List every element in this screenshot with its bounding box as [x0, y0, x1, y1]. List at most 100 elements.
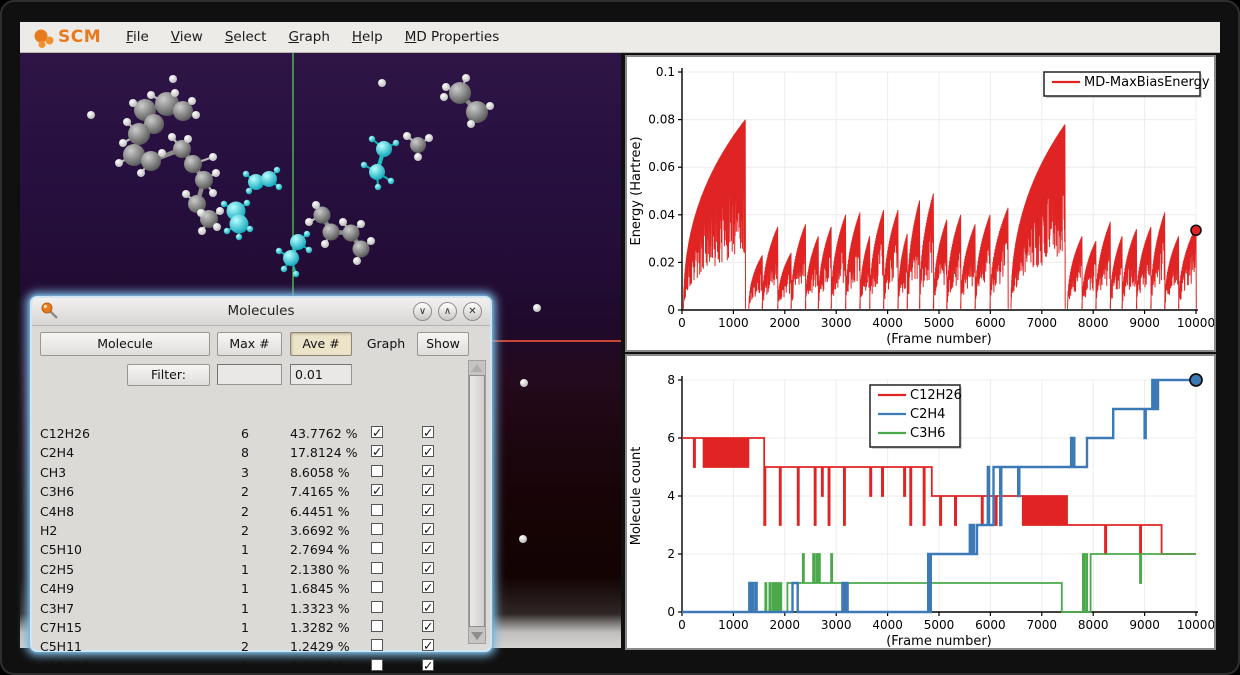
menu-md-properties[interactable]: MD Properties	[394, 25, 511, 49]
svg-text:C12H26: C12H26	[910, 388, 962, 403]
hydrogen-atom	[274, 167, 280, 173]
max-header-button[interactable]: Max #	[217, 332, 282, 356]
graph-checkbox[interactable]	[371, 620, 383, 632]
scm-logo-text: SCM	[58, 27, 101, 47]
molecule-group	[276, 231, 312, 277]
shade-button[interactable]: ∨	[413, 302, 432, 321]
show-checkbox[interactable]: ✓	[422, 484, 434, 496]
carbon-atom	[410, 137, 426, 153]
table-row[interactable]: C3H711.3323 %✓	[32, 599, 472, 618]
filter-threshold-input[interactable]	[290, 364, 352, 385]
graph-checkbox[interactable]	[371, 504, 383, 516]
carbon-atom	[323, 224, 340, 241]
max-count: 2	[217, 639, 273, 654]
graph-checkbox[interactable]	[371, 601, 383, 613]
menu-help[interactable]: Help	[341, 25, 394, 49]
hydrogen-atom	[168, 133, 176, 141]
close-button[interactable]: ✕	[463, 302, 482, 321]
table-row[interactable]: C5H1012.7694 %✓	[32, 540, 472, 559]
max-count: 1	[217, 581, 273, 596]
svg-text:9000: 9000	[1129, 618, 1160, 632]
show-checkbox[interactable]: ✓	[422, 504, 434, 516]
svg-text:6: 6	[667, 431, 675, 445]
show-checkbox[interactable]: ✓	[422, 445, 434, 457]
filter-input[interactable]	[217, 364, 282, 385]
svg-text:0.06: 0.06	[648, 160, 675, 174]
graph-checkbox[interactable]	[371, 581, 383, 593]
graph-checkbox[interactable]: ✓	[371, 426, 383, 438]
hydrogen-atom	[184, 135, 192, 143]
filter-button[interactable]: Filter:	[127, 364, 210, 386]
svg-text:8000: 8000	[1078, 618, 1109, 632]
hydrogen-atom	[467, 120, 475, 128]
hydrogen-atom	[321, 240, 329, 248]
svg-text:7000: 7000	[1027, 618, 1058, 632]
table-row[interactable]: C4H911.6845 %✓	[32, 579, 472, 598]
svg-text:4: 4	[667, 489, 675, 503]
show-checkbox[interactable]: ✓	[422, 659, 434, 671]
show-checkbox[interactable]: ✓	[422, 426, 434, 438]
hydrogen-atom	[305, 218, 313, 226]
table-row[interactable]: C5H1121.2429 %✓	[32, 637, 472, 656]
highlighted-carbon-atom	[230, 215, 249, 234]
graph-checkbox[interactable]	[371, 542, 383, 554]
hydrogen-atom	[244, 200, 250, 206]
hydrogen-atom	[119, 139, 127, 147]
graph-checkbox[interactable]	[371, 465, 383, 477]
ave-header-button[interactable]: Ave #	[290, 332, 352, 356]
hydrogen-atom	[158, 149, 166, 157]
hydrogen-atom	[182, 190, 190, 198]
table-row[interactable]: C2H4817.8124 %✓✓	[32, 443, 472, 462]
carbon-atom	[353, 241, 370, 258]
molecule-name: C5H10	[40, 542, 82, 557]
scrollbar-thumb[interactable]	[469, 375, 485, 627]
table-row[interactable]: C12H2510.8738 %✓	[32, 657, 472, 675]
show-header-button[interactable]: Show	[417, 332, 469, 356]
scroll-up-icon[interactable]	[471, 364, 483, 372]
menu-view[interactable]: View	[160, 25, 214, 49]
show-checkbox[interactable]: ✓	[422, 542, 434, 554]
show-checkbox[interactable]: ✓	[422, 465, 434, 477]
menu-file[interactable]: File	[115, 25, 160, 49]
show-checkbox[interactable]: ✓	[422, 523, 434, 535]
svg-text:10000: 10000	[1177, 316, 1214, 330]
table-row[interactable]: CH338.6058 %✓	[32, 463, 472, 482]
table-row[interactable]: C3H627.4165 %✓✓	[32, 482, 472, 501]
table-row[interactable]: C2H512.1380 %✓	[32, 560, 472, 579]
hydrogen-atom	[369, 136, 375, 142]
end-marker	[1190, 374, 1202, 386]
graph-checkbox[interactable]: ✓	[371, 484, 383, 496]
hydrogen-atom	[209, 153, 217, 161]
molecule-header-button[interactable]: Molecule	[40, 332, 210, 356]
show-checkbox[interactable]: ✓	[422, 562, 434, 574]
graph-column-label: Graph	[362, 332, 410, 356]
show-checkbox[interactable]: ✓	[422, 620, 434, 632]
dialog-body: Molecule Max # Ave # Graph Show Filter: …	[32, 326, 490, 650]
table-row[interactable]: C12H26643.7762 %✓✓	[32, 424, 472, 443]
hydrogen-atom	[137, 169, 145, 177]
hydrogen-atom	[236, 234, 242, 240]
graph-checkbox[interactable]	[371, 639, 383, 651]
ave-percent: 0.8738 %	[290, 659, 350, 674]
menu-graph[interactable]: Graph	[277, 25, 340, 49]
max-count: 1	[217, 601, 273, 616]
graph-checkbox[interactable]: ✓	[371, 445, 383, 457]
max-count: 8	[217, 445, 273, 460]
show-checkbox[interactable]: ✓	[422, 601, 434, 613]
table-row[interactable]: C7H1511.3282 %✓	[32, 618, 472, 637]
scroll-down-icon[interactable]	[471, 632, 483, 640]
show-checkbox[interactable]: ✓	[422, 639, 434, 651]
molecule-name: C5H11	[40, 639, 82, 654]
unshade-button[interactable]: ∧	[438, 302, 457, 321]
svg-text:(Frame number): (Frame number)	[886, 332, 992, 347]
molecule-group	[221, 200, 253, 240]
menu-select[interactable]: Select	[214, 25, 278, 49]
show-checkbox[interactable]: ✓	[422, 581, 434, 593]
graph-checkbox[interactable]	[371, 523, 383, 535]
svg-text:4000: 4000	[872, 618, 903, 632]
graph-checkbox[interactable]	[371, 562, 383, 574]
table-row[interactable]: C4H826.4451 %✓	[32, 502, 472, 521]
dialog-scrollbar[interactable]	[468, 360, 486, 644]
graph-checkbox[interactable]	[371, 659, 383, 671]
table-row[interactable]: H223.6692 %✓	[32, 521, 472, 540]
